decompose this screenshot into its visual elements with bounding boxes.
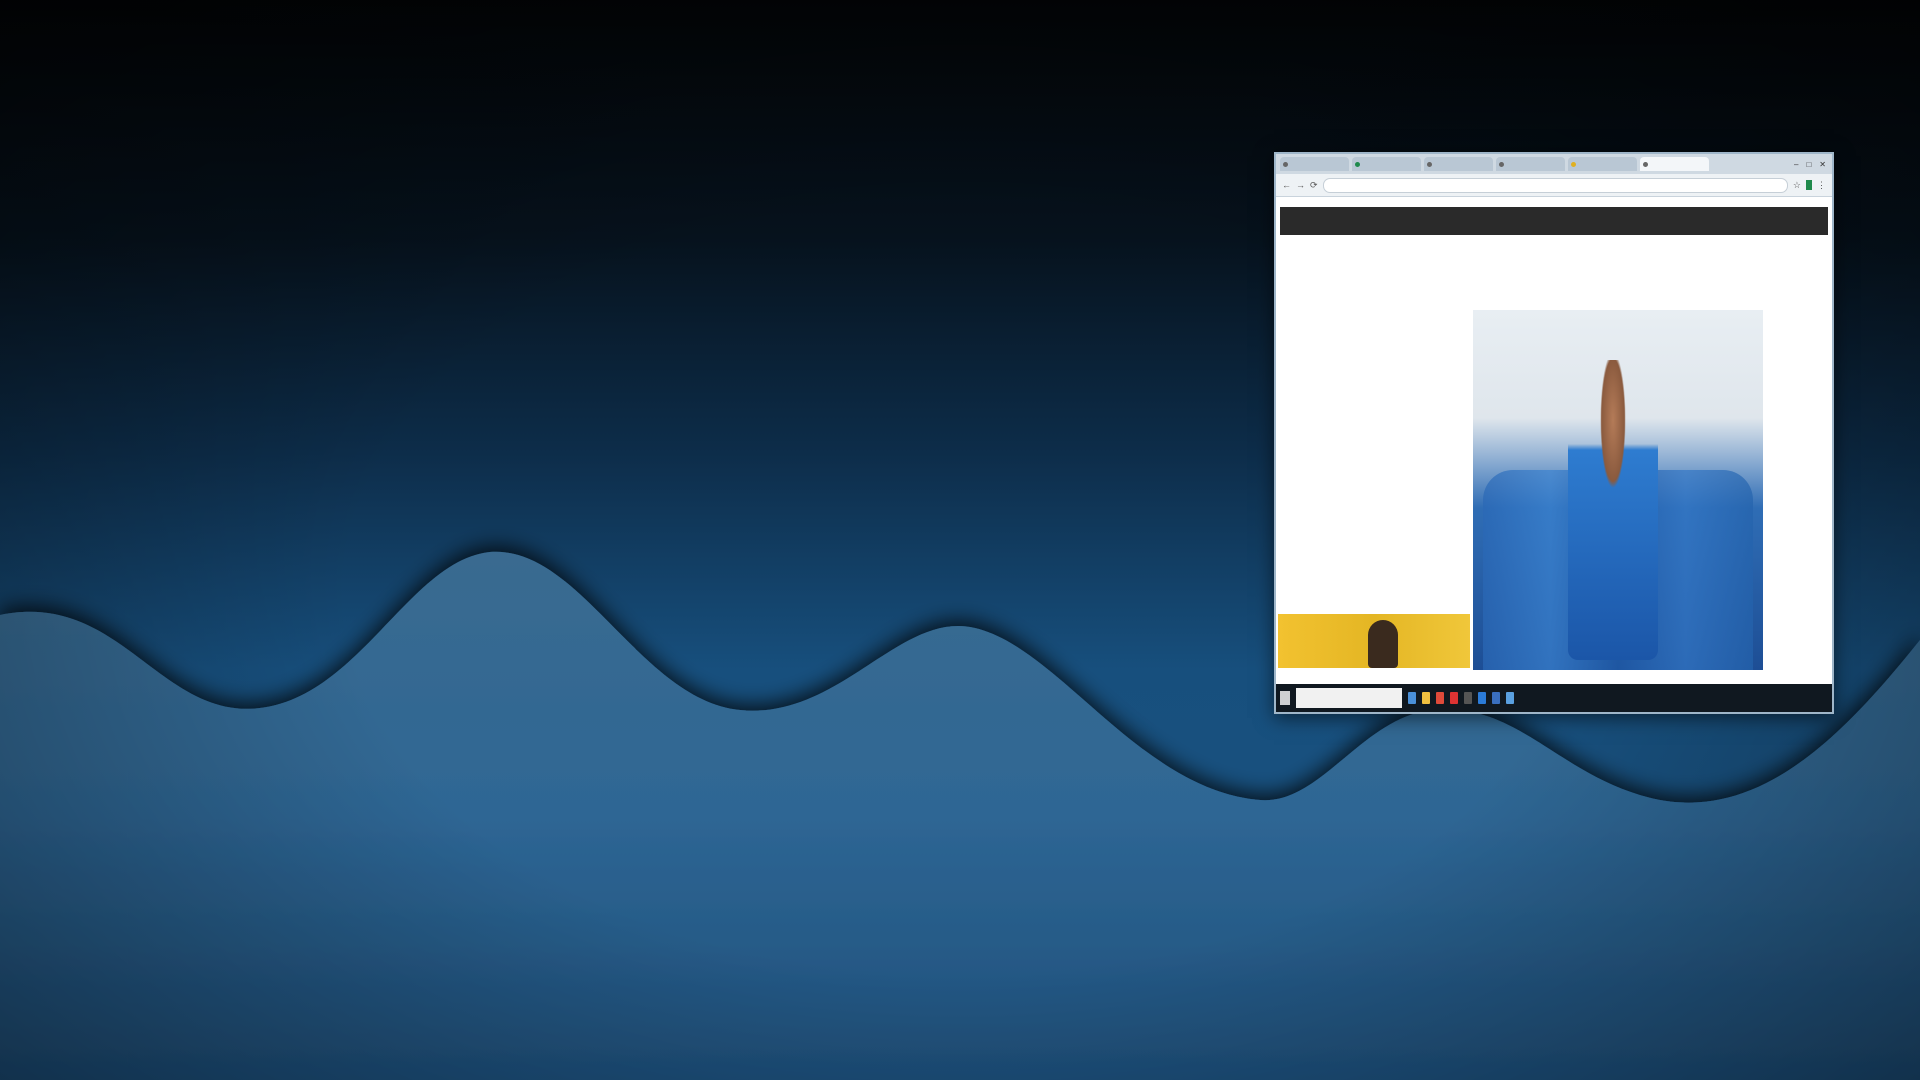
team-poster-image bbox=[1473, 310, 1763, 670]
app-icon[interactable] bbox=[1464, 692, 1472, 704]
start-icon[interactable] bbox=[1280, 691, 1290, 705]
back-icon[interactable]: ← bbox=[1282, 180, 1291, 190]
chrome-icon[interactable] bbox=[1436, 692, 1444, 704]
player-portrait bbox=[1368, 620, 1398, 668]
tab-bar: – □ ✕ bbox=[1276, 154, 1832, 174]
app-icon[interactable] bbox=[1506, 692, 1514, 704]
side-banner-image bbox=[1278, 614, 1470, 668]
page-icon bbox=[1427, 161, 1432, 167]
app-icon[interactable] bbox=[1492, 692, 1500, 704]
minimize-icon[interactable]: – bbox=[1794, 160, 1798, 169]
close-icon[interactable]: ✕ bbox=[1819, 160, 1826, 169]
browser-screenshot-thumbnail: – □ ✕ ← → ⟳ ☆ ⋮ bbox=[1274, 152, 1834, 714]
page-icon bbox=[1643, 161, 1648, 167]
page-icon bbox=[1571, 161, 1576, 167]
address-bar: ← → ⟳ ☆ ⋮ bbox=[1276, 174, 1832, 197]
folder-icon[interactable] bbox=[1422, 692, 1430, 704]
captain-figure bbox=[1568, 360, 1658, 660]
vscode-icon[interactable] bbox=[1478, 692, 1486, 704]
app-icon[interactable] bbox=[1450, 692, 1458, 704]
browser-tab[interactable] bbox=[1568, 157, 1637, 171]
page-icon bbox=[1283, 161, 1288, 167]
site-navbar bbox=[1280, 207, 1828, 235]
forward-icon[interactable]: → bbox=[1296, 180, 1305, 190]
url-field[interactable] bbox=[1322, 177, 1788, 193]
extension-icon[interactable] bbox=[1806, 180, 1812, 190]
reload-icon[interactable]: ⟳ bbox=[1310, 180, 1318, 191]
menu-icon[interactable]: ⋮ bbox=[1817, 180, 1826, 191]
taskbar-search[interactable] bbox=[1296, 688, 1402, 708]
browser-tab[interactable] bbox=[1280, 157, 1349, 171]
browser-tab[interactable] bbox=[1496, 157, 1565, 171]
taskbar bbox=[1276, 684, 1832, 712]
browser-tab[interactable] bbox=[1352, 157, 1421, 171]
sheet-icon bbox=[1355, 161, 1360, 167]
browser-tab[interactable] bbox=[1424, 157, 1493, 171]
page-icon bbox=[1499, 161, 1504, 167]
taskview-icon[interactable] bbox=[1408, 692, 1416, 704]
window-controls: – □ ✕ bbox=[1794, 160, 1832, 169]
maximize-icon[interactable]: □ bbox=[1806, 160, 1811, 169]
browser-tab-active[interactable] bbox=[1640, 157, 1709, 171]
star-icon[interactable]: ☆ bbox=[1793, 180, 1801, 191]
